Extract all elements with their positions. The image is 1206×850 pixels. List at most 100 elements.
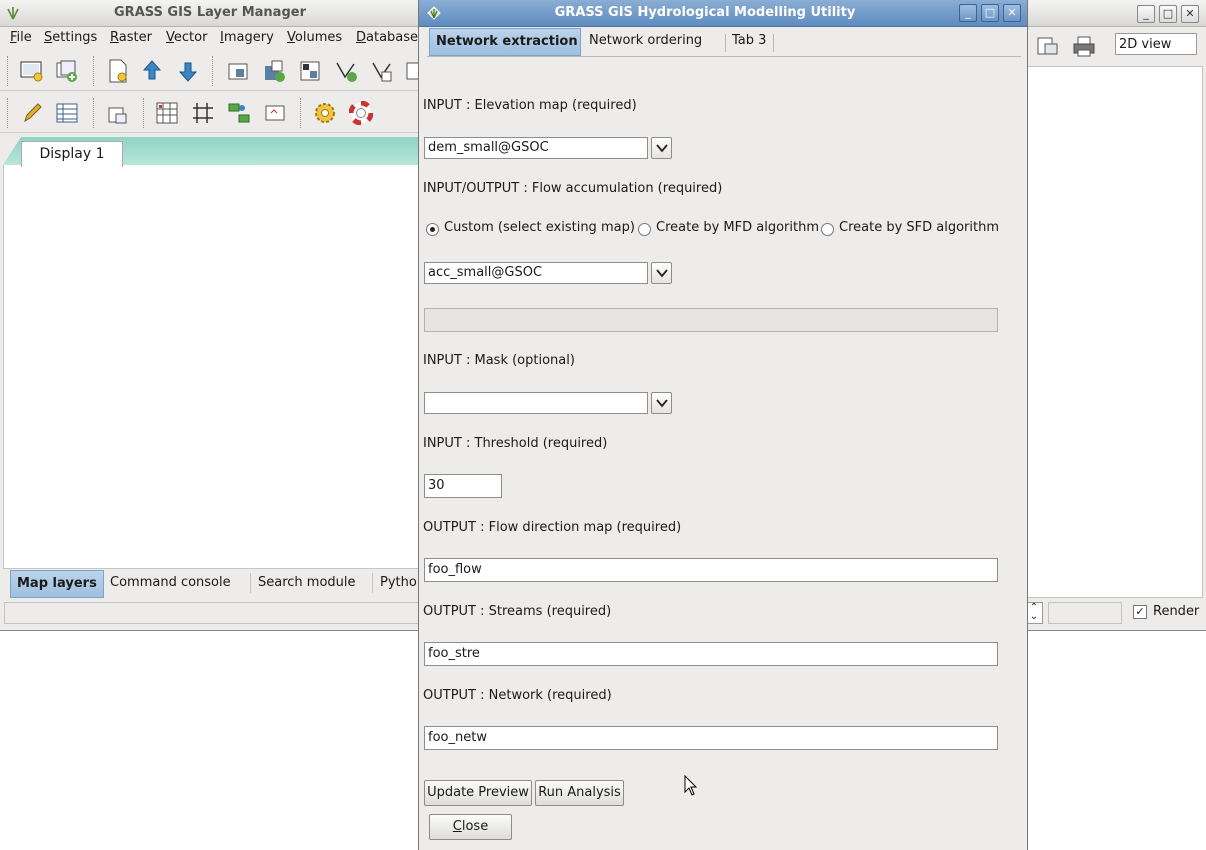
- tab-network-extraction[interactable]: Network extraction: [429, 28, 581, 56]
- maximize-icon: □: [1162, 7, 1174, 20]
- threshold-input[interactable]: 30: [424, 474, 502, 498]
- raster-map-calculator-icon[interactable]: [155, 101, 179, 125]
- grass-logo-icon: [427, 6, 441, 20]
- dialog-titlebar[interactable]: GRASS GIS Hydrological Modelling Utility: [419, 0, 1027, 27]
- menu-vector[interactable]: Vector: [166, 30, 207, 45]
- map-composer-icon[interactable]: [263, 101, 287, 125]
- map-canvas[interactable]: [1025, 66, 1203, 598]
- streams-label: OUTPUT : Streams (required): [423, 604, 612, 619]
- save-display-icon[interactable]: [1035, 34, 1061, 58]
- minimize-icon: _: [1143, 7, 1149, 20]
- radio-custom-map[interactable]: [426, 223, 439, 236]
- radio-sfd-algorithm-label: Create by SFD algorithm: [839, 220, 1000, 235]
- update-preview-button[interactable]: Update Preview: [424, 780, 532, 806]
- chevron-down-icon: [656, 399, 668, 408]
- mask-combo[interactable]: [424, 392, 648, 414]
- flow-direction-label: OUTPUT : Flow direction map (required): [423, 520, 682, 535]
- add-vector-icon[interactable]: [334, 59, 358, 83]
- view-mode-select[interactable]: 2D view: [1115, 33, 1197, 55]
- mouse-cursor-icon: [684, 775, 698, 796]
- flow-accumulation-combo[interactable]: acc_small@GSOC: [424, 262, 648, 284]
- radio-mfd-algorithm[interactable]: [638, 223, 651, 236]
- tab-python-shell[interactable]: Pytho: [374, 570, 423, 596]
- flow-accumulation-label: INPUT/OUTPUT : Flow accumulation (requir…: [423, 181, 723, 196]
- maximize-button[interactable]: □: [981, 4, 999, 22]
- toolbar-separator: [93, 98, 94, 128]
- threshold-label: INPUT : Threshold (required): [423, 436, 608, 451]
- coordinates-field: [1048, 602, 1122, 624]
- layer-manager-titlebar[interactable]: GRASS GIS Layer Manager: [0, 0, 420, 27]
- print-icon[interactable]: [1072, 34, 1098, 58]
- toolbar-separator: [143, 98, 144, 128]
- tab-map-layers[interactable]: Map layers: [10, 570, 104, 598]
- new-workspace-icon[interactable]: [106, 59, 130, 83]
- attribute-table-icon[interactable]: [55, 101, 79, 125]
- menu-volumes[interactable]: Volumes: [287, 30, 342, 45]
- tab-display-1[interactable]: Display 1: [21, 141, 123, 167]
- settings-gear-icon[interactable]: [313, 101, 337, 125]
- tab-network-ordering[interactable]: Network ordering: [583, 28, 708, 56]
- add-raster-series-icon[interactable]: [298, 59, 322, 83]
- chevron-down-icon: [656, 269, 668, 278]
- toolbar-separator: [93, 56, 94, 86]
- tab-separator: [250, 573, 251, 593]
- menu-imagery[interactable]: Imagery: [220, 30, 274, 45]
- open-workspace-icon[interactable]: [140, 59, 164, 83]
- layer-manager-toolbar-tools: [0, 94, 420, 133]
- network-label: OUTPUT : Network (required): [423, 688, 612, 703]
- map-display-window: _ □ ✕ 2D view ⌃ ⌄ ✓ Render: [1025, 0, 1206, 631]
- add-vector-misc-icon[interactable]: [370, 59, 394, 83]
- elevation-label: INPUT : Elevation map (required): [423, 98, 637, 113]
- menu-file[interactable]: File: [10, 30, 32, 45]
- maximize-button[interactable]: □: [1159, 5, 1177, 23]
- hydro-modelling-dialog: GRASS GIS Hydrological Modelling Utility…: [418, 0, 1028, 850]
- add-group-icon[interactable]: [106, 101, 130, 125]
- close-button[interactable]: Close: [429, 814, 512, 840]
- flow-direction-input[interactable]: foo_flow: [424, 558, 998, 582]
- edit-vector-icon[interactable]: [20, 101, 44, 125]
- close-window-button[interactable]: ✕: [1003, 4, 1021, 22]
- add-raster-misc-icon[interactable]: [262, 59, 286, 83]
- dialog-title: GRASS GIS Hydrological Modelling Utility: [554, 5, 856, 20]
- display-tabstrip: Display 1: [3, 137, 420, 167]
- georectify-icon[interactable]: [191, 101, 215, 125]
- new-display-icon[interactable]: [20, 59, 44, 83]
- tab-baseline: [427, 56, 1021, 57]
- tab-3[interactable]: Tab 3: [725, 28, 772, 56]
- close-icon: ✕: [1185, 7, 1195, 20]
- map-display-titlebar[interactable]: [1025, 0, 1206, 27]
- toolbar-separator: [212, 56, 213, 86]
- help-lifebuoy-icon[interactable]: [349, 101, 373, 125]
- streams-input[interactable]: foo_stre: [424, 642, 998, 666]
- radio-sfd-algorithm[interactable]: [821, 223, 834, 236]
- menu-raster[interactable]: Raster: [110, 30, 152, 45]
- tab-command-console[interactable]: Command console: [104, 570, 237, 596]
- flow-accumulation-disabled-field: [424, 308, 998, 332]
- toolbar-grip: [7, 98, 8, 128]
- graphical-modeler-icon[interactable]: [227, 101, 251, 125]
- network-input[interactable]: foo_netw: [424, 726, 998, 750]
- elevation-dropdown-button[interactable]: [651, 137, 672, 159]
- toolbar-grip: [7, 56, 8, 86]
- menu-database[interactable]: Database: [356, 30, 418, 45]
- minimize-button[interactable]: _: [1137, 5, 1155, 23]
- radio-custom-map-label: Custom (select existing map): [444, 220, 635, 235]
- render-checkbox[interactable]: ✓: [1133, 605, 1147, 619]
- menu-settings[interactable]: Settings: [44, 30, 97, 45]
- save-workspace-icon[interactable]: [176, 59, 200, 83]
- tab-search-module[interactable]: Search module: [252, 570, 362, 596]
- add-layers-icon[interactable]: [55, 59, 79, 83]
- elevation-map-combo[interactable]: dem_small@GSOC: [424, 137, 648, 159]
- add-raster-icon[interactable]: [226, 59, 250, 83]
- run-analysis-button[interactable]: Run Analysis: [535, 780, 624, 806]
- minimize-button[interactable]: _: [959, 4, 977, 22]
- mask-dropdown-button[interactable]: [651, 392, 672, 414]
- close-window-button[interactable]: ✕: [1181, 5, 1199, 23]
- flow-accumulation-dropdown-button[interactable]: [651, 262, 672, 284]
- layer-tree-area[interactable]: [3, 137, 419, 569]
- mask-label: INPUT : Mask (optional): [423, 353, 575, 368]
- layer-manager-menubar: File Settings Raster Vector Imagery Volu…: [0, 27, 420, 49]
- render-label: Render: [1153, 604, 1200, 619]
- tab-separator: [372, 573, 373, 593]
- minimize-icon: _: [965, 6, 971, 19]
